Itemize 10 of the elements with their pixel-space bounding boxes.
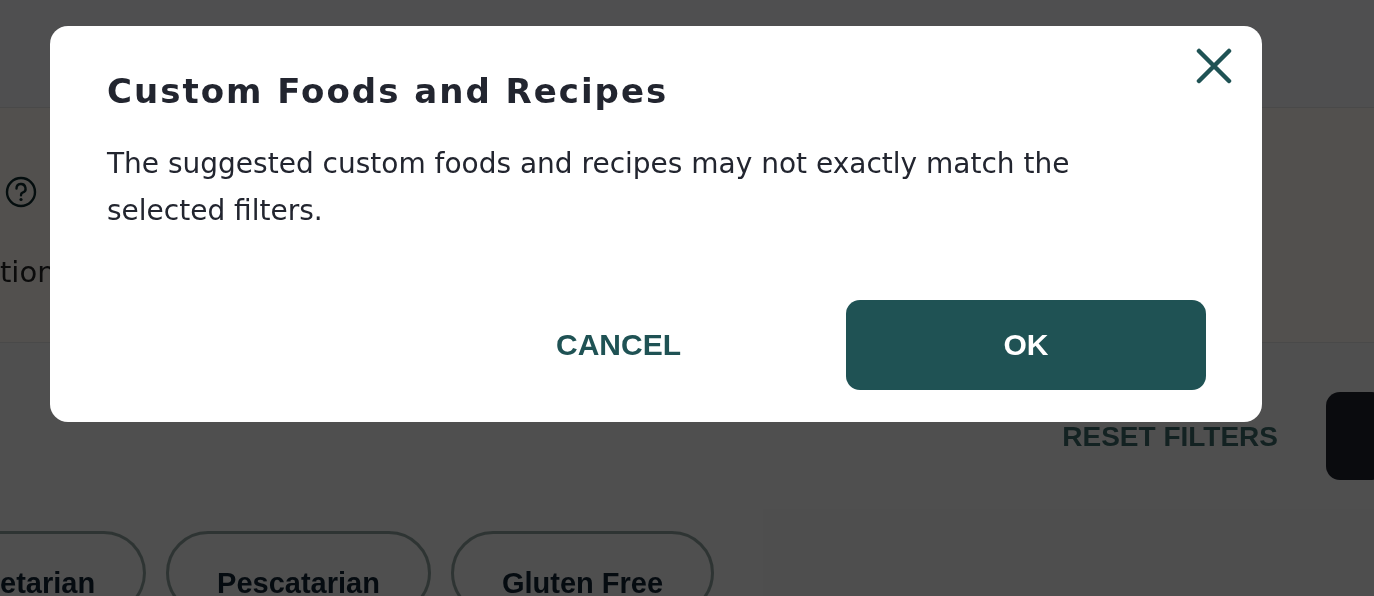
filter-chip[interactable]: etarian (0, 531, 147, 596)
cancel-button[interactable]: CANCEL (556, 328, 681, 362)
dialog-message: The suggested custom foods and recipes may not exactly match the selected filters. (107, 146, 1071, 229)
dialog-title: Custom Foods and Recipes (107, 70, 669, 113)
reset-filters-link[interactable]: RESET FILTERS (1062, 421, 1278, 453)
filter-chip[interactable]: Pescatarian (166, 531, 431, 596)
help-icon[interactable] (5, 176, 37, 208)
ok-button[interactable]: OK (846, 300, 1206, 390)
filter-chip[interactable]: Gluten Free (450, 531, 715, 596)
close-icon[interactable] (1196, 48, 1232, 84)
